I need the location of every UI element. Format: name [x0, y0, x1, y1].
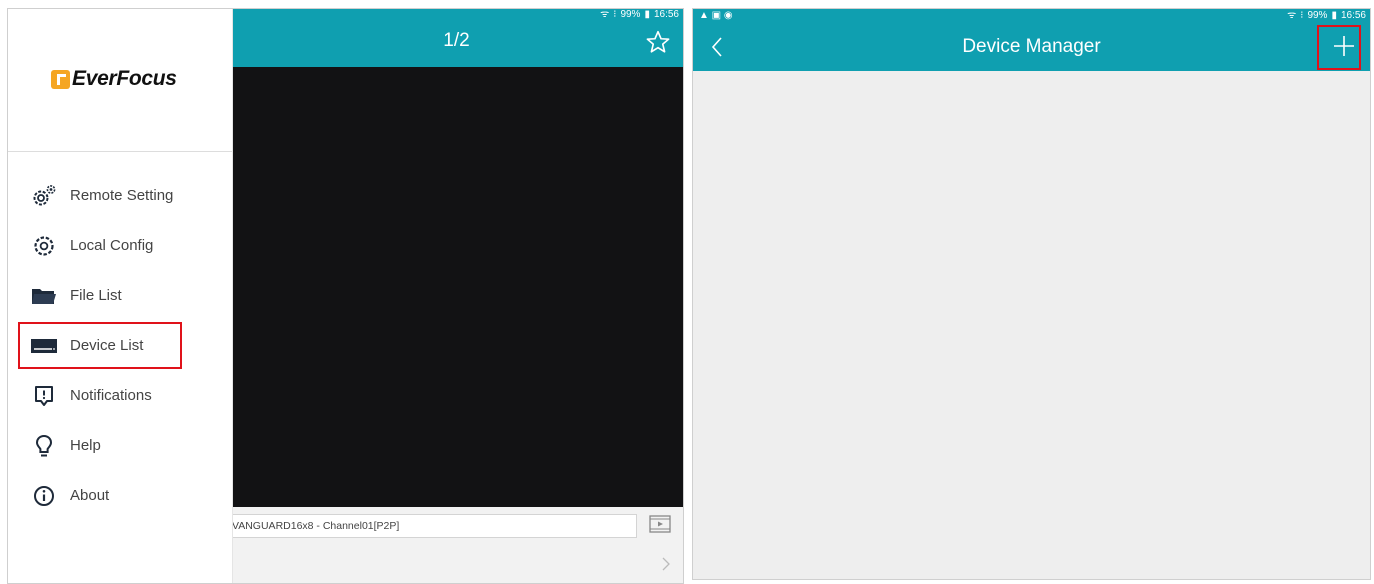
- device-manager-toolbar: Device Manager: [693, 23, 1370, 71]
- menu-item-remote-setting[interactable]: Remote Setting: [8, 171, 232, 221]
- live-view-screen: ᯤ ⁝ 99% ▮ 16:56 1/2 VANGUARD16x8 - Channel01…: [7, 8, 684, 584]
- favorite-star-icon[interactable]: [645, 29, 671, 55]
- folder-icon: [32, 289, 56, 304]
- battery-level: 99%: [1307, 10, 1328, 21]
- signal-icon: ⁝: [613, 9, 617, 20]
- device-list-area: [693, 71, 1370, 579]
- wifi-icon: ᯤ: [600, 9, 610, 20]
- menu-item-about[interactable]: About: [8, 471, 232, 521]
- info-icon: [34, 486, 54, 506]
- device-list-icon: [31, 339, 57, 353]
- status-time: 16:56: [1340, 10, 1366, 21]
- live-view-toolbar: 1/2: [232, 21, 683, 67]
- menu-item-label: Notifications: [70, 387, 152, 404]
- signal-icon: ⁝: [1300, 10, 1304, 21]
- menu-item-label: File List: [70, 287, 122, 304]
- menu-item-device-list[interactable]: Device List: [8, 321, 232, 371]
- navigation-drawer: EverFocus Remote Setting Local Config Fi…: [8, 9, 233, 583]
- menu-item-label: Local Config: [70, 237, 154, 254]
- status-time: 16:56: [653, 9, 679, 20]
- drawer-menu: Remote Setting Local Config File List De…: [8, 171, 232, 521]
- playback-icon[interactable]: [649, 515, 671, 533]
- video-viewport[interactable]: [232, 67, 683, 507]
- lightbulb-icon: [35, 434, 53, 457]
- status-bar: ᯤ ⁝ 99% ▮ 16:56: [232, 9, 683, 21]
- menu-item-label: Remote Setting: [70, 187, 174, 204]
- page-indicator: 1/2: [443, 30, 470, 51]
- remote-setting-icon: [33, 185, 56, 206]
- menu-item-file-list[interactable]: File List: [8, 271, 232, 321]
- everfocus-logo-icon: [51, 70, 70, 89]
- chevron-right-icon[interactable]: [661, 557, 671, 571]
- page-title: Device Manager: [962, 36, 1101, 57]
- playback-bar: VANGUARD16x8 - Channel01[P2P]: [232, 507, 683, 583]
- menu-item-notifications[interactable]: Notifications: [8, 371, 232, 421]
- add-device-icon[interactable]: [1332, 34, 1356, 58]
- device-manager-screen: ▲ ▣ ◉ ᯤ ⁝ 99% ▮ 16:56 Device Manager: [692, 8, 1371, 580]
- menu-item-label: Device List: [70, 337, 144, 354]
- status-bar: ▲ ▣ ◉ ᯤ ⁝ 99% ▮ 16:56: [693, 9, 1370, 23]
- brand-header: EverFocus: [8, 9, 232, 152]
- menu-item-label: About: [70, 487, 110, 504]
- menu-item-help[interactable]: Help: [8, 421, 232, 471]
- notification-status-icons: ▲ ▣ ◉: [699, 10, 733, 21]
- gear-icon: [34, 236, 54, 256]
- menu-item-local-config[interactable]: Local Config: [8, 221, 232, 271]
- menu-item-label: Help: [70, 437, 101, 454]
- battery-level: 99%: [620, 9, 641, 20]
- channel-label[interactable]: VANGUARD16x8 - Channel01[P2P]: [232, 514, 637, 538]
- wifi-icon: ᯤ: [1287, 10, 1297, 21]
- battery-icon: ▮: [1331, 10, 1337, 21]
- battery-icon: ▮: [644, 9, 650, 20]
- notification-icon: [35, 386, 53, 406]
- brand-name: EverFocus: [72, 67, 177, 90]
